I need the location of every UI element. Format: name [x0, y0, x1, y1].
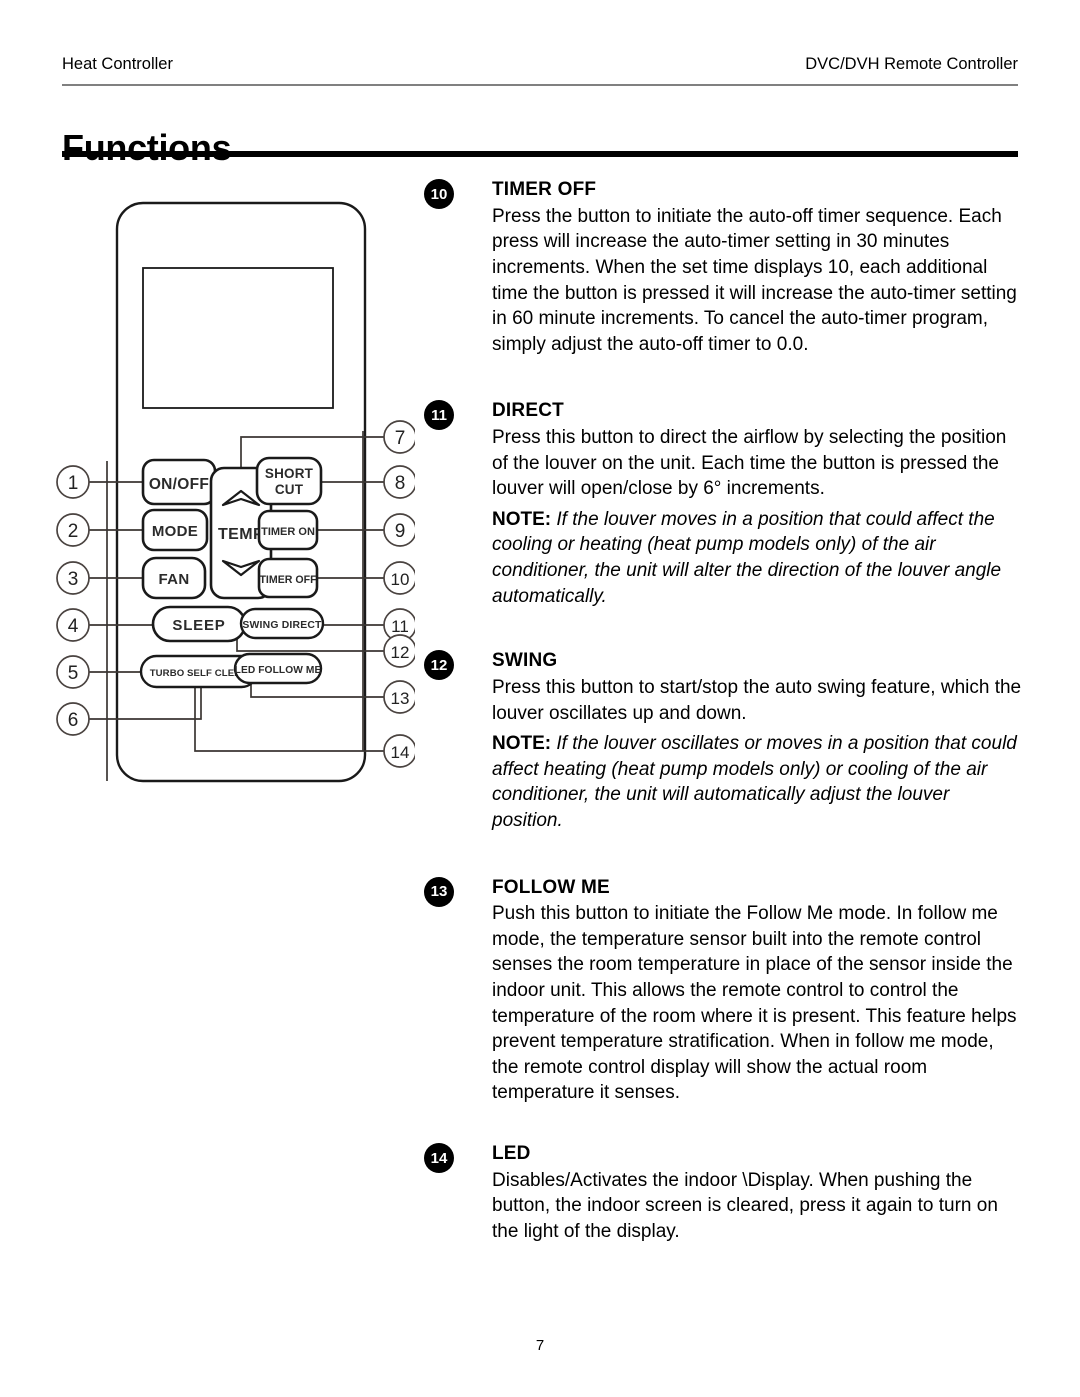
callout-label-5: 5 [68, 663, 79, 684]
function-title: DIRECT [492, 400, 564, 422]
leader-6 [85, 687, 202, 720]
function-number-badge: 10 [424, 179, 454, 209]
header-right-text: DVC/DVH Remote Controller [805, 55, 1018, 73]
callout-label-11: 11 [391, 617, 409, 636]
callout-label-10: 10 [391, 570, 410, 589]
function-title: SWING [492, 650, 558, 672]
function-number-badge: 12 [424, 650, 454, 681]
function-entry-led: 14 LED Disables/Activates the indoor \Di… [424, 1142, 1024, 1245]
function-note: NOTE: If the louver oscillates or moves … [492, 731, 1024, 833]
callout-label-2: 2 [68, 521, 79, 542]
function-note-text: If the louver moves in a position that c… [492, 508, 1002, 607]
page-title: Functions [62, 127, 232, 169]
button-timer-on-label: TIMER ON [261, 526, 315, 538]
callout-label-4: 4 [68, 616, 79, 637]
header-left-text: Heat Controller [62, 55, 173, 73]
function-entry-follow-me: 13 FOLLOW ME Push this button to initiat… [424, 876, 1024, 1107]
button-sleep-label: SLEEP [172, 617, 225, 634]
callout-label-6: 6 [68, 710, 79, 731]
functions-list: 10 TIMER OFF Press the button to initiat… [424, 178, 1024, 1245]
page-number: 7 [535, 1337, 545, 1354]
function-description: Disables/Activates the indoor \Display. … [492, 1169, 998, 1242]
remote-lcd-display [142, 267, 334, 409]
callout-label-1: 1 [68, 473, 79, 494]
function-number-badge: 14 [424, 1143, 454, 1174]
function-title: LED [492, 1143, 531, 1165]
leader-14 [194, 683, 385, 752]
callout-label-14: 14 [391, 743, 410, 762]
function-note-text: If the louver oscillates or moves in a p… [492, 733, 1017, 831]
function-note-label: NOTE: [492, 733, 552, 755]
function-entry-swing: 12 SWING Press this button to start/stop… [424, 649, 1024, 833]
button-temp-label: TEMP [218, 526, 264, 543]
running-header: Heat Controller DVC/DVH Remote Controlle… [62, 55, 1018, 74]
function-number-badge: 11 [424, 400, 454, 431]
button-on-off-label: ON/OFF [149, 476, 209, 493]
button-led-follow-me-label: LED FOLLOW ME [235, 665, 322, 676]
remote-controller-diagram: ON/OFF MODE FAN SLEEP TURBO SELF CLEAN T… [55, 185, 415, 805]
button-short-cut-label-line2: CUT [275, 482, 304, 497]
callout-label-3: 3 [68, 569, 79, 590]
button-short-cut-label-line1: SHORT [265, 466, 314, 481]
title-underline-rule [62, 151, 1018, 157]
function-description: Push this button to initiate the Follow … [492, 903, 1017, 1104]
button-fan-label: FAN [159, 571, 190, 588]
button-short-cut [255, 456, 323, 506]
button-turbo-self-clean-label: TURBO SELF CLEAN [150, 668, 249, 679]
callout-label-8: 8 [395, 473, 406, 494]
function-title: TIMER OFF [492, 179, 597, 200]
button-timer-off-label: TIMER OFF [259, 574, 317, 586]
function-number-badge: 13 [424, 876, 454, 907]
callout-label-12: 12 [391, 643, 410, 662]
header-divider [62, 84, 1018, 86]
callout-label-9: 9 [395, 521, 406, 542]
function-entry-direct: 11 DIRECT Press this button to direct th… [424, 399, 1024, 609]
callout-label-13: 13 [391, 689, 410, 708]
function-note-label: NOTE: [492, 508, 552, 530]
function-description: Press this button to start/stop the auto… [492, 676, 1022, 724]
button-swing-direct-label: SWING DIRECT [242, 620, 322, 631]
function-title: FOLLOW ME [492, 876, 610, 898]
callout-label-7: 7 [395, 428, 406, 449]
function-entry-timer-off: 10 TIMER OFF Press the button to initiat… [424, 178, 1024, 357]
function-description: Press the button to initiate the auto-of… [492, 205, 1017, 355]
function-description: Press this button to direct the airflow … [492, 427, 1007, 500]
button-mode-label: MODE [152, 523, 198, 540]
function-note: NOTE: If the louver moves in a position … [492, 507, 1024, 609]
